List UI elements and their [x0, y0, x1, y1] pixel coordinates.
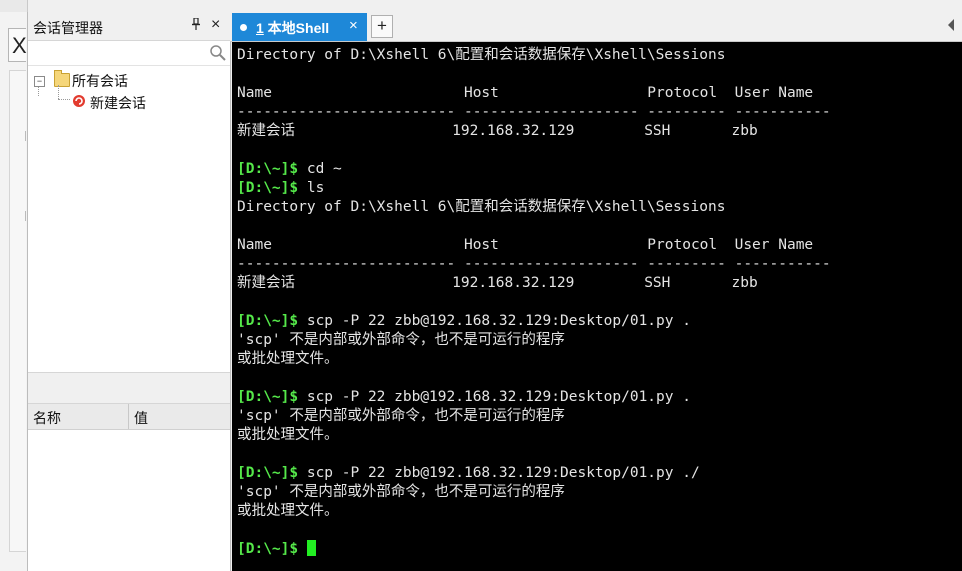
tab-bar: 1 本地Shell × + — [230, 12, 962, 42]
strip-top — [0, 0, 27, 12]
close-pane-icon[interactable]: × — [211, 16, 220, 34]
terminal-text: ls — [298, 180, 325, 196]
terminal-text: 或批处理文件。 — [237, 503, 339, 519]
column-name-header[interactable]: 名称 — [33, 408, 61, 428]
tab-number: 1 — [256, 20, 264, 36]
new-tab-button[interactable]: + — [371, 15, 393, 38]
terminal-line: 新建会话 192.168.32.129 SSH zbb — [237, 274, 758, 293]
terminal-line: 'scp' 不是内部或外部命令，也不是可运行的程序 — [237, 407, 565, 426]
terminal-line: [D:\~]$ scp -P 22 zbb@192.168.32.129:Des… — [237, 464, 700, 483]
terminal-text: ------------------------- --------------… — [237, 256, 831, 272]
left-dock-strip: X — [0, 0, 28, 571]
terminal-text: 'scp' 不是内部或外部命令，也不是可运行的程序 — [237, 332, 565, 348]
terminal-line: 或批处理文件。 — [237, 426, 339, 445]
terminal-line: [D:\~]$ cd ~ — [237, 160, 342, 179]
terminal-text: Directory of D:\Xshell 6\配置和会话数据保存\Xshel… — [237, 199, 726, 215]
tree-expander[interactable]: − — [34, 76, 45, 87]
tab-title: 本地Shell — [263, 20, 330, 36]
terminal-text: 'scp' 不是内部或外部命令，也不是可运行的程序 — [237, 408, 565, 424]
scroll-tabs-left-icon[interactable] — [948, 19, 954, 31]
terminal-text: scp -P 22 zbb@192.168.32.129:Desktop/01.… — [298, 465, 700, 481]
terminal-prompt: [D:\~]$ — [237, 389, 299, 405]
terminal-output[interactable]: Directory of D:\Xshell 6\配置和会话数据保存\Xshel… — [232, 42, 962, 571]
close-tab-icon[interactable]: × — [349, 17, 358, 34]
terminal-text: ------------------------- --------------… — [237, 104, 831, 120]
x-button[interactable]: X — [8, 28, 27, 62]
terminal-prompt: [D:\~]$ — [237, 161, 299, 177]
tab-label: 1 本地Shell — [256, 18, 329, 38]
terminal-line: [D:\~]$ — [237, 540, 316, 559]
terminal-text: 或批处理文件。 — [237, 351, 339, 367]
terminal-text: scp -P 22 zbb@192.168.32.129:Desktop/01.… — [298, 313, 691, 329]
terminal-line: [D:\~]$ ls — [237, 179, 324, 198]
terminal-line: 或批处理文件。 — [237, 502, 339, 521]
terminal-prompt: [D:\~]$ — [237, 180, 299, 196]
terminal-text: Name Host Protocol User Name — [237, 85, 814, 101]
terminal-text: 新建会话 192.168.32.129 SSH zbb — [237, 275, 758, 291]
strip-panel — [9, 70, 26, 552]
terminal-line: Name Host Protocol User Name — [237, 84, 813, 103]
terminal-text: scp -P 22 zbb@192.168.32.129:Desktop/01.… — [298, 389, 691, 405]
search-icon[interactable] — [209, 44, 227, 62]
session-icon — [73, 95, 85, 107]
terminal-text: Directory of D:\Xshell 6\配置和会话数据保存\Xshel… — [237, 47, 726, 63]
tab-local-shell[interactable]: 1 本地Shell × — [232, 13, 367, 41]
tab-status-dot — [240, 24, 247, 31]
properties-header: 名称 值 — [28, 404, 230, 430]
terminal-line: Directory of D:\Xshell 6\配置和会话数据保存\Xshel… — [237, 198, 725, 217]
session-manager-titlebar: 会话管理器 × — [28, 12, 230, 41]
pane-splitter[interactable] — [28, 372, 230, 404]
column-separator[interactable] — [128, 404, 129, 429]
terminal-line: [D:\~]$ scp -P 22 zbb@192.168.32.129:Des… — [237, 312, 691, 331]
terminal-line: ------------------------- --------------… — [237, 103, 831, 122]
terminal-prompt: [D:\~]$ — [237, 465, 299, 481]
tree-guide — [58, 99, 70, 101]
terminal-line: 'scp' 不是内部或外部命令，也不是可运行的程序 — [237, 483, 565, 502]
terminal-text: 或批处理文件。 — [237, 427, 339, 443]
terminal-line: 'scp' 不是内部或外部命令，也不是可运行的程序 — [237, 331, 565, 350]
tree-item-new-session[interactable]: 新建会话 — [90, 93, 146, 113]
terminal-line: ------------------------- --------------… — [237, 255, 831, 274]
terminal-prompt: [D:\~]$ — [237, 313, 299, 329]
session-manager-title: 会话管理器 — [33, 20, 103, 36]
terminal-line: Directory of D:\Xshell 6\配置和会话数据保存\Xshel… — [237, 46, 725, 65]
terminal-line: Name Host Protocol User Name — [237, 236, 813, 255]
terminal-prompt: [D:\~]$ — [237, 541, 299, 557]
session-search-field[interactable] — [28, 41, 230, 66]
column-value-header[interactable]: 值 — [134, 408, 148, 428]
terminal-text: 'scp' 不是内部或外部命令，也不是可运行的程序 — [237, 484, 565, 500]
terminal-text: 新建会话 192.168.32.129 SSH zbb — [237, 123, 758, 139]
terminal-text: Name Host Protocol User Name — [237, 237, 814, 253]
terminal-line: 新建会话 192.168.32.129 SSH zbb — [237, 122, 758, 141]
pin-icon[interactable] — [191, 17, 201, 33]
terminal-line: [D:\~]$ scp -P 22 zbb@192.168.32.129:Des… — [237, 388, 691, 407]
session-manager-pane: 会话管理器 × − 所有会话 新建会话 名称 值 — [27, 12, 231, 571]
tree-guide — [38, 86, 40, 96]
session-tree: − 所有会话 新建会话 — [28, 67, 230, 372]
terminal-text: cd ~ — [298, 161, 342, 177]
terminal-line: 或批处理文件。 — [237, 350, 339, 369]
tree-guide — [58, 85, 60, 99]
properties-list — [28, 430, 230, 571]
folder-icon — [54, 70, 70, 87]
terminal-cursor — [306, 540, 316, 556]
top-edge — [0, 0, 962, 12]
tree-item-all-sessions[interactable]: 所有会话 — [72, 71, 128, 91]
